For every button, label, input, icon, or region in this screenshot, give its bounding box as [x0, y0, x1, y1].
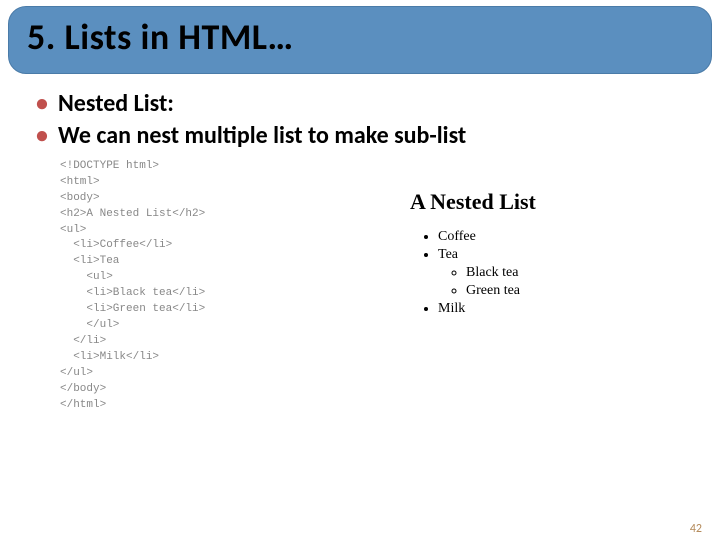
rendered-list: CoffeeTeaBlack teaGreen teaMilk [438, 229, 702, 317]
code-line: <!DOCTYPE html> [60, 159, 360, 175]
code-line: </body> [60, 382, 360, 398]
code-line: <li>Tea [60, 254, 360, 270]
code-line: <ul> [60, 270, 360, 286]
page-number: 42 [690, 522, 702, 536]
code-line: <li>Black tea</li> [60, 286, 360, 302]
rendered-output: A Nested List CoffeeTeaBlack teaGreen te… [360, 159, 702, 414]
code-line: <html> [60, 175, 360, 191]
code-line: <li>Milk</li> [60, 350, 360, 366]
bullet-item: We can nest multiple list to make sub-li… [36, 120, 720, 152]
nested-list: Black tea Green tea [466, 265, 702, 299]
code-line: <li>Green tea</li> [60, 302, 360, 318]
code-line: </ul> [60, 318, 360, 334]
list-item: Coffee [438, 229, 702, 245]
code-line: <h2>A Nested List</h2> [60, 207, 360, 223]
content-row: <!DOCTYPE html><html><body><h2>A Nested … [0, 159, 720, 414]
code-line: <ul> [60, 223, 360, 239]
slide-title: 5. Lists in HTML… [27, 15, 693, 59]
code-line: <li>Coffee</li> [60, 238, 360, 254]
list-item: TeaBlack teaGreen tea [438, 247, 702, 299]
code-line: </ul> [60, 366, 360, 382]
code-line: </li> [60, 334, 360, 350]
slide-bullets: Nested List: We can nest multiple list t… [36, 88, 720, 153]
list-item: Black tea [466, 265, 702, 281]
code-line: </html> [60, 398, 360, 414]
rendered-heading: A Nested List [410, 189, 702, 215]
bullet-item: Nested List: [36, 88, 720, 120]
slide-title-bar: 5. Lists in HTML… [8, 6, 712, 74]
list-item: Green tea [466, 283, 702, 299]
list-item: Milk [438, 301, 702, 317]
code-example: <!DOCTYPE html><html><body><h2>A Nested … [60, 159, 360, 414]
code-line: <body> [60, 191, 360, 207]
